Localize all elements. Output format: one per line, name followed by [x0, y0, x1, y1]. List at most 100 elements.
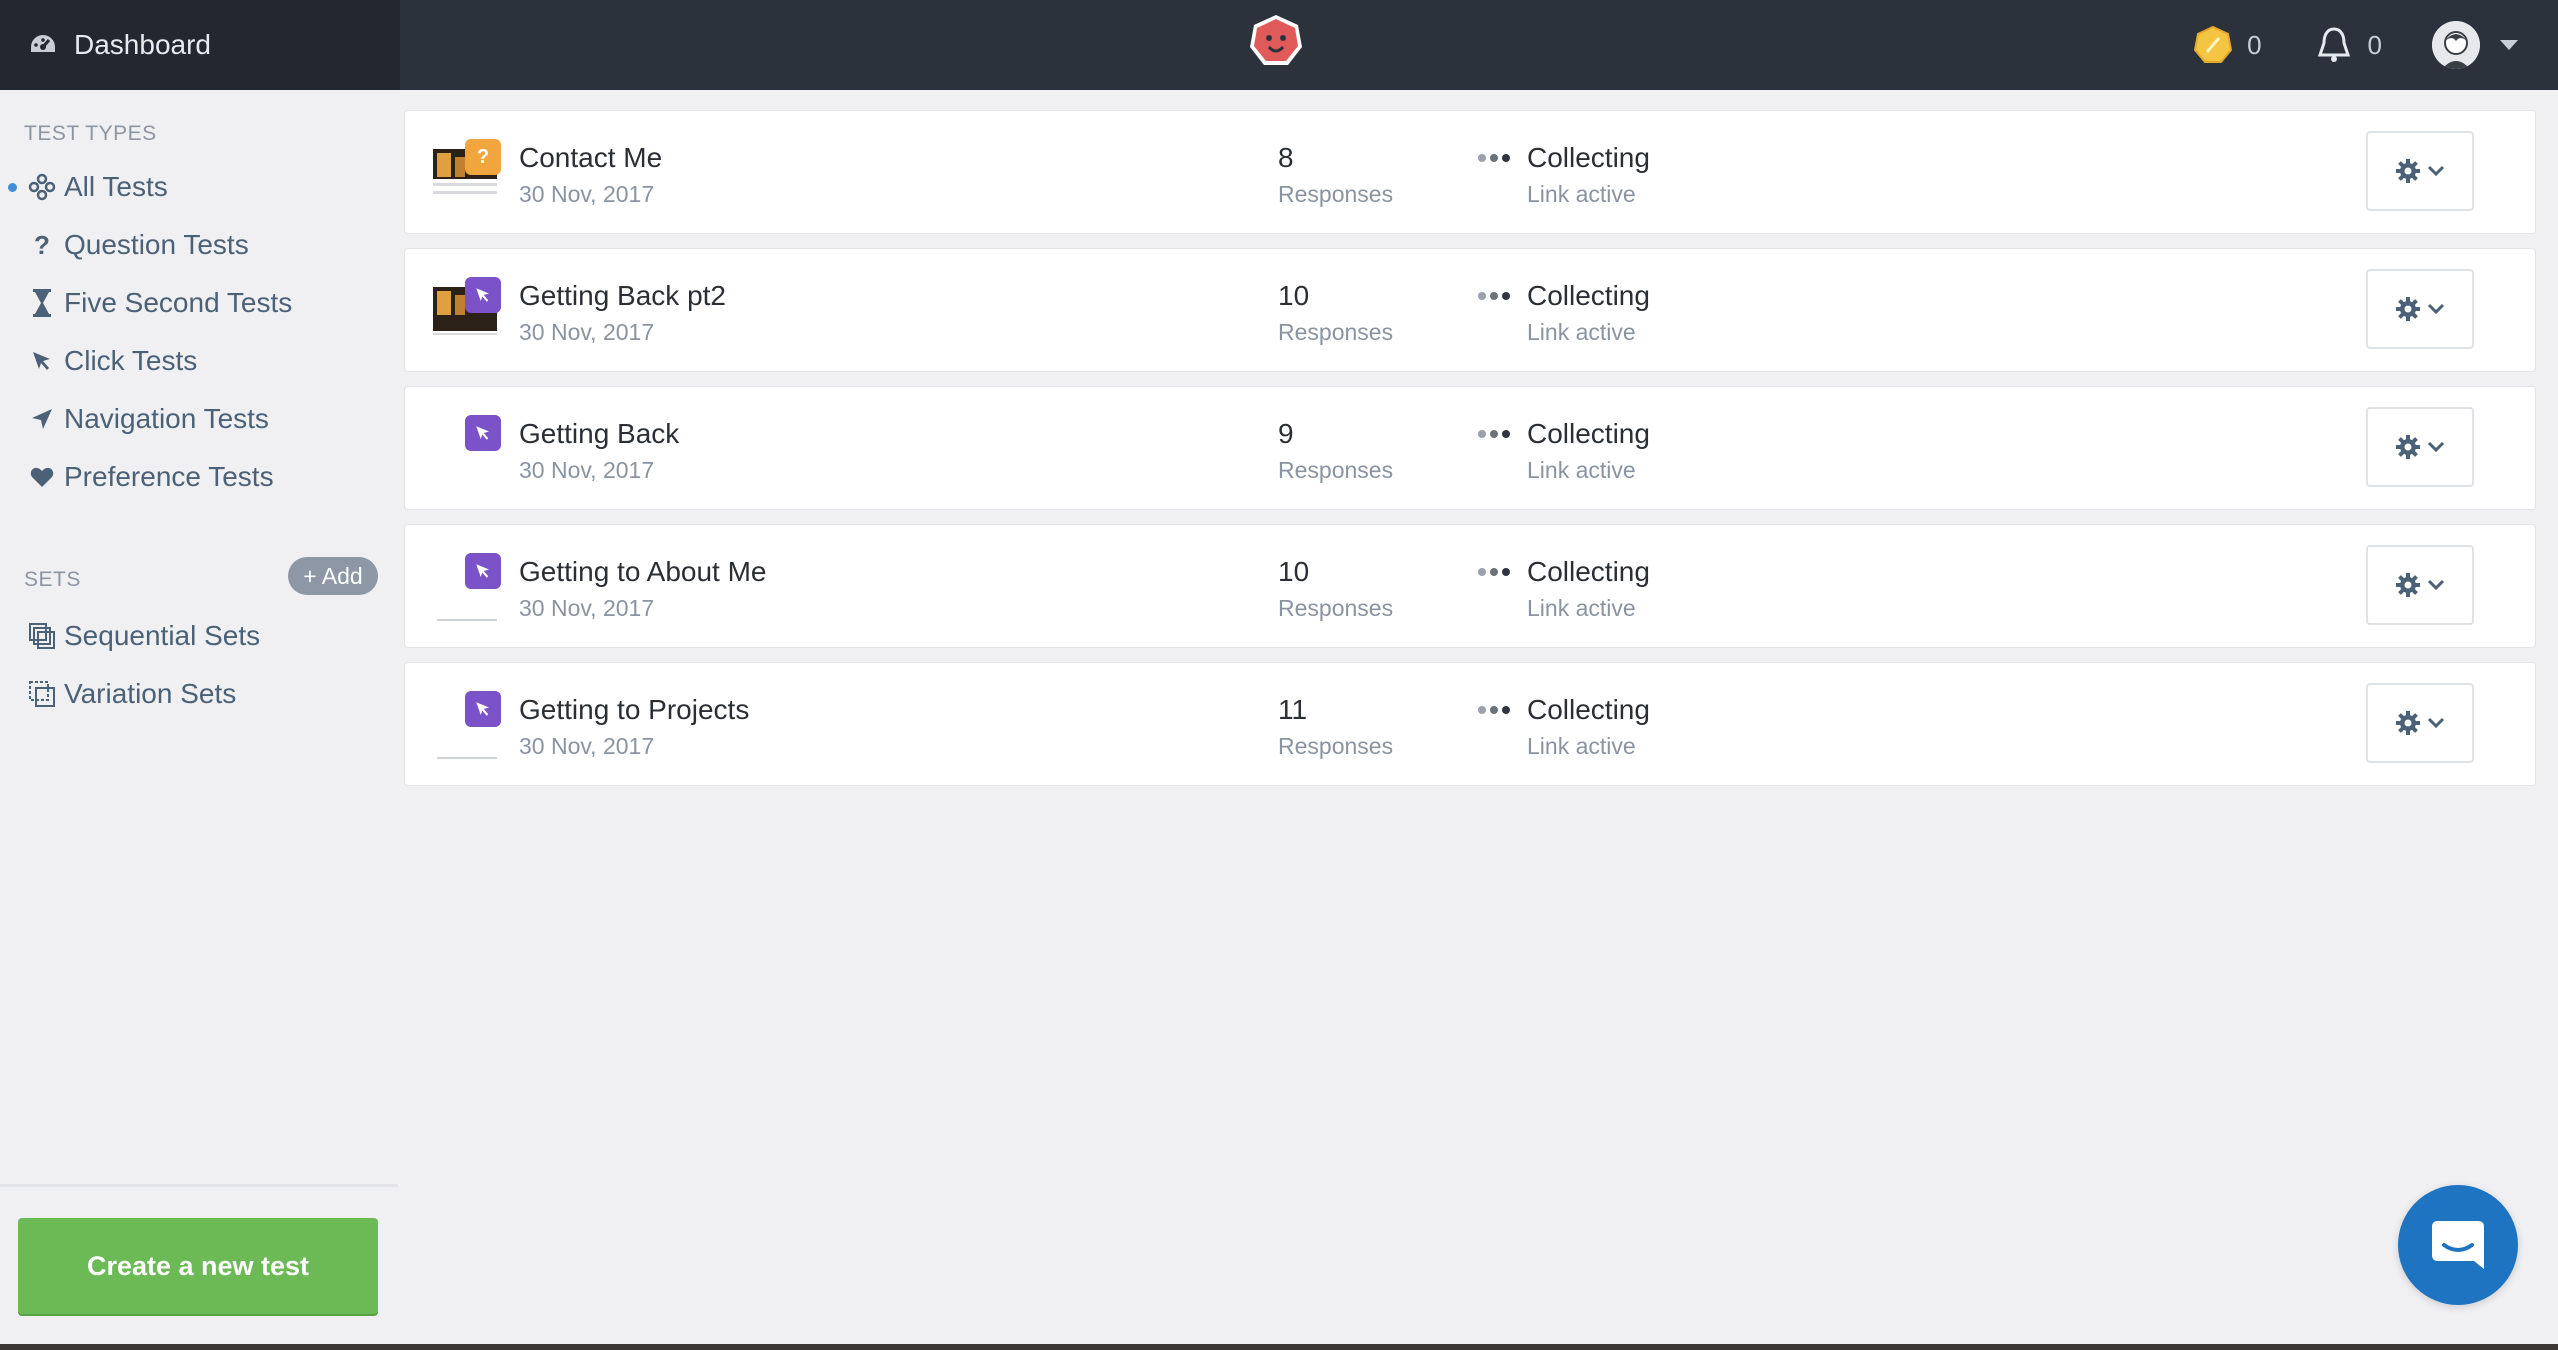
- question-test-badge-icon: ?: [465, 139, 501, 175]
- thumbnail-line: [437, 619, 497, 621]
- test-date: 30 Nov, 2017: [519, 595, 655, 621]
- responses-label: Responses: [1278, 733, 1394, 759]
- chevron-down-icon: [2500, 40, 2518, 50]
- status-subtext: Link active: [1527, 319, 1636, 345]
- status-subtext: Link active: [1527, 457, 1636, 483]
- sidebar-item-click-tests[interactable]: Click Tests: [0, 334, 398, 388]
- question-icon: ?: [34, 229, 50, 260]
- variation-sets-icon: [26, 678, 58, 710]
- hourglass-icon: [26, 287, 58, 319]
- topbar-actions: 0 0: [2193, 0, 2558, 90]
- test-name[interactable]: Contact Me: [519, 142, 662, 174]
- test-settings-button[interactable]: [2366, 131, 2474, 211]
- test-name[interactable]: Getting to About Me: [519, 556, 767, 588]
- avatar: [2432, 21, 2480, 69]
- collecting-status-icon: [1478, 706, 1510, 714]
- test-row[interactable]: Getting to About Me 30 Nov, 2017 10 Resp…: [404, 524, 2536, 648]
- sidebar-item-variation-sets[interactable]: Variation Sets: [0, 667, 398, 721]
- test-row[interactable]: Getting to Projects 30 Nov, 2017 11 Resp…: [404, 662, 2536, 786]
- sidebar-item-five-second-tests[interactable]: Five Second Tests: [0, 276, 398, 330]
- responses-label: Responses: [1278, 181, 1394, 207]
- chevron-down-icon: [2427, 303, 2445, 315]
- active-indicator: [8, 182, 17, 192]
- sidebar-item-label: Sequential Sets: [64, 620, 261, 651]
- chevron-down-icon: [2427, 579, 2445, 591]
- sidebar-item-all-tests[interactable]: All Tests: [0, 160, 398, 214]
- test-name[interactable]: Getting Back: [519, 418, 679, 450]
- sequential-sets-icon: [26, 620, 58, 652]
- responses-count: 8: [1278, 142, 1294, 173]
- test-row[interactable]: ? Contact Me 30 Nov, 2017 8 Responses Co…: [404, 110, 2536, 234]
- click-test-badge-icon: [465, 415, 501, 451]
- responses-count: 9: [1278, 418, 1294, 449]
- add-set-button[interactable]: + Add: [288, 557, 378, 595]
- status-subtext: Link active: [1527, 733, 1636, 759]
- bell-icon: [2317, 27, 2350, 62]
- dashboard-label: Dashboard: [74, 29, 211, 60]
- notifications-count: 0: [2367, 29, 2382, 60]
- test-row[interactable]: Getting Back pt2 30 Nov, 2017 10 Respons…: [404, 248, 2536, 372]
- sidebar: TEST TYPES All Tests ? Question Tests Fi…: [0, 90, 398, 1350]
- chevron-down-icon: [2427, 717, 2445, 729]
- sidebar-item-sequential-sets[interactable]: Sequential Sets: [0, 609, 398, 663]
- responses-count: 10: [1278, 280, 1310, 311]
- credits-indicator[interactable]: 0: [2193, 25, 2262, 65]
- responses-label: Responses: [1278, 319, 1394, 345]
- responses-count: 10: [1278, 556, 1310, 587]
- status-text: Collecting: [1527, 694, 1650, 725]
- sidebar-item-navigation-tests[interactable]: Navigation Tests: [0, 392, 398, 446]
- test-types-title: TEST TYPES: [24, 122, 157, 145]
- sidebar-item-question-tests[interactable]: ? Question Tests: [0, 218, 398, 272]
- heart-icon: [26, 461, 58, 493]
- status-text: Collecting: [1527, 280, 1650, 311]
- chat-icon: [2432, 1221, 2484, 1269]
- test-date: 30 Nov, 2017: [519, 319, 655, 345]
- collecting-status-icon: [1478, 292, 1510, 300]
- test-date: 30 Nov, 2017: [519, 457, 655, 483]
- collecting-status-icon: [1478, 154, 1510, 162]
- sidebar-item-label: Click Tests: [64, 345, 198, 376]
- thumbnail-line: [437, 757, 497, 759]
- test-settings-button[interactable]: [2366, 545, 2474, 625]
- responses-count: 11: [1278, 694, 1308, 725]
- collecting-status-icon: [1478, 568, 1510, 576]
- test-thumbnail: [433, 691, 501, 759]
- create-new-test-button[interactable]: Create a new test: [18, 1218, 378, 1314]
- gear-icon: [2396, 573, 2420, 597]
- responses-label: Responses: [1278, 457, 1394, 483]
- dashboard-link[interactable]: Dashboard: [0, 0, 400, 90]
- sidebar-item-label: Navigation Tests: [64, 403, 269, 434]
- gear-icon: [2396, 711, 2420, 735]
- app-logo-icon[interactable]: [1248, 13, 1304, 69]
- test-settings-button[interactable]: [2366, 407, 2474, 487]
- user-menu[interactable]: [2432, 21, 2518, 69]
- sidebar-item-label: Five Second Tests: [64, 287, 293, 318]
- notifications-indicator[interactable]: 0: [2314, 25, 2382, 65]
- test-settings-button[interactable]: [2366, 269, 2474, 349]
- test-row[interactable]: Getting Back 30 Nov, 2017 9 Responses Co…: [404, 386, 2536, 510]
- chat-launcher-button[interactable]: [2398, 1185, 2518, 1305]
- user-avatar-icon: [2432, 21, 2480, 69]
- click-test-badge-icon: [465, 553, 501, 589]
- test-settings-button[interactable]: [2366, 683, 2474, 763]
- top-bar: Dashboard 0 0: [0, 0, 2558, 90]
- test-date: 30 Nov, 2017: [519, 733, 655, 759]
- collecting-status-icon: [1478, 430, 1510, 438]
- gear-icon: [2396, 159, 2420, 183]
- sidebar-item-label: All Tests: [64, 171, 168, 202]
- bottom-edge: [0, 1344, 2558, 1350]
- test-thumbnail: [433, 553, 501, 621]
- sidebar-divider: [0, 1184, 398, 1187]
- test-name[interactable]: Getting Back pt2: [519, 280, 726, 312]
- sidebar-item-label: Variation Sets: [64, 678, 237, 709]
- test-date: 30 Nov, 2017: [519, 181, 655, 207]
- sidebar-item-label: Preference Tests: [64, 461, 274, 492]
- test-thumbnail: [433, 277, 501, 345]
- status-subtext: Link active: [1527, 181, 1636, 207]
- test-thumbnail: [433, 415, 501, 483]
- click-test-badge-icon: [465, 691, 501, 727]
- sidebar-item-preference-tests[interactable]: Preference Tests: [0, 450, 398, 504]
- test-name[interactable]: Getting to Projects: [519, 694, 749, 726]
- credits-count: 0: [2247, 29, 2262, 60]
- sets-title: SETS: [24, 568, 81, 591]
